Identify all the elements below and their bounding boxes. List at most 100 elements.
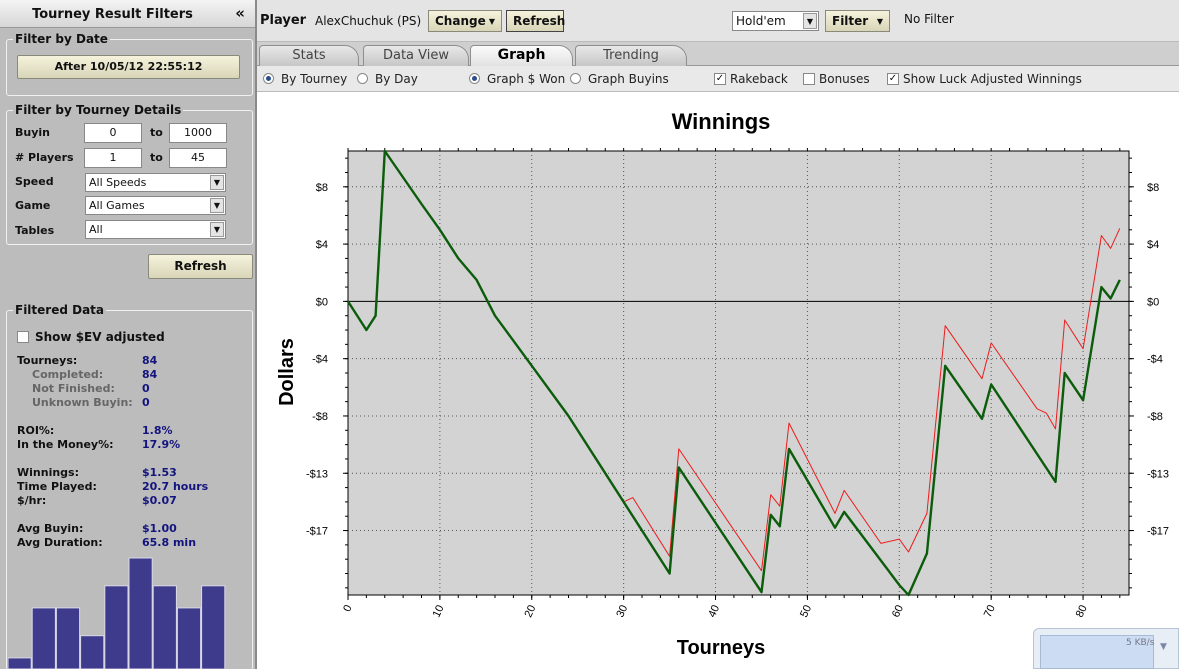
y-tick-label-left: -$4 — [312, 354, 328, 366]
refresh-button[interactable]: Refresh — [506, 10, 565, 32]
game-type-select[interactable]: Hold'em ▼ — [732, 11, 819, 31]
stat-value: 17.9% — [142, 438, 181, 451]
filter-label: Filter — [832, 14, 869, 28]
ev-adjusted-checkbox[interactable] — [17, 331, 29, 343]
stat-value: 84 — [142, 368, 158, 381]
players-min-input[interactable]: 1 — [84, 148, 142, 168]
tab-stats[interactable]: Stats — [259, 45, 359, 66]
tables-select-value: All — [89, 223, 103, 236]
tables-select[interactable]: All ▼ — [85, 220, 226, 239]
collapse-icon[interactable]: « — [235, 4, 245, 22]
filter-status: No Filter — [904, 12, 954, 26]
filter-by-date-label: Filter by Date — [13, 32, 110, 46]
by-day-label: By Day — [375, 72, 418, 86]
bonuses-label: Bonuses — [819, 72, 870, 86]
network-tray-widget[interactable]: 5 KB/s ▼ — [1033, 628, 1179, 669]
y-tick-label-right: -$13 — [1147, 468, 1169, 480]
stat-label: In the Money%: — [17, 438, 114, 451]
y-tick-label-right: -$4 — [1147, 354, 1163, 366]
buyin-label: Buyin — [15, 126, 50, 139]
players-max-input[interactable]: 45 — [169, 148, 227, 168]
tab-graph[interactable]: Graph — [470, 45, 573, 66]
x-tick-label: 60 — [890, 603, 906, 619]
filters-sidebar: Tourney Result Filters « Filter by Date … — [0, 0, 257, 669]
histogram-bar — [80, 635, 105, 669]
ev-adjusted-label: Show $EV adjusted — [35, 330, 165, 344]
filter-button[interactable]: Filter ▼ — [825, 10, 890, 32]
y-axis-label: Dollars — [276, 338, 298, 406]
chevron-down-icon[interactable]: ▼ — [1160, 642, 1167, 652]
rakeback-checkbox[interactable]: ✓ — [714, 73, 726, 85]
rakeback-label: Rakeback — [730, 72, 788, 86]
to-label: to — [150, 126, 163, 139]
by-tourney-radio[interactable] — [263, 73, 274, 84]
stat-label: Completed: — [32, 368, 104, 381]
stat-value: 20.7 hours — [142, 480, 209, 493]
luck-adjusted-label: Show Luck Adjusted Winnings — [903, 72, 1082, 86]
stat-label: Time Played: — [17, 480, 97, 493]
x-tick-label: 20 — [522, 603, 538, 619]
stat-label: Winnings: — [17, 466, 79, 479]
histogram-bar — [104, 585, 129, 669]
graph-won-radio[interactable] — [469, 73, 480, 84]
y-tick-label-left: $0 — [316, 296, 328, 308]
histogram-bar — [31, 607, 56, 669]
histogram-bar — [152, 585, 177, 669]
stat-label: Avg Duration: — [17, 536, 103, 549]
sidebar-refresh-button[interactable]: Refresh — [148, 254, 253, 279]
chevron-down-icon[interactable]: ▼ — [210, 198, 224, 213]
histogram-bar — [176, 607, 202, 669]
buyin-max-input[interactable]: 1000 — [169, 123, 227, 143]
x-tick-label: 70 — [982, 603, 998, 619]
graph-buyins-label: Graph Buyins — [588, 72, 669, 86]
filter-by-date-group: Filter by Date After 10/05/12 22:55:12 — [6, 32, 253, 96]
histogram-bar — [201, 585, 226, 669]
x-tick-label: 30 — [614, 603, 630, 619]
y-tick-label-right: $0 — [1147, 296, 1159, 308]
histogram-bar — [128, 557, 153, 669]
date-filter-button[interactable]: After 10/05/12 22:55:12 — [17, 55, 240, 79]
stat-value: 65.8 min — [142, 536, 197, 549]
buyin-min-input[interactable]: 0 — [84, 123, 142, 143]
game-label: Game — [15, 199, 51, 212]
winnings-chart: Winnings Tourneys Dollars 0 10 20 30 40 50 60 7… — [276, 109, 1169, 659]
y-tick-label-right: -$8 — [1147, 411, 1163, 423]
y-tick-label-left: -$8 — [312, 411, 328, 423]
speed-select[interactable]: All Speeds ▼ — [85, 173, 226, 192]
speed-label: Speed — [15, 175, 54, 188]
tab-data-view[interactable]: Data View — [363, 45, 469, 66]
graph-buyins-radio[interactable] — [570, 73, 581, 84]
tables-label: Tables — [15, 224, 55, 237]
change-label: Change — [435, 14, 486, 28]
y-tick-label-left: -$13 — [306, 468, 328, 480]
game-select[interactable]: All Games ▼ — [85, 196, 226, 215]
network-speed: 5 KB/s — [1126, 638, 1155, 648]
chevron-down-icon[interactable]: ▼ — [803, 13, 817, 29]
chevron-down-icon[interactable]: ▼ — [210, 222, 224, 237]
stat-value: $1.53 — [142, 466, 177, 479]
x-tick-label: 10 — [431, 603, 447, 619]
caret-down-icon: ▼ — [488, 17, 495, 26]
player-name: AlexChuchuk (PS) — [315, 14, 422, 28]
change-player-button[interactable]: Change ▼ — [428, 10, 502, 32]
x-tick-label: 0 — [341, 603, 354, 614]
x-tick-label: 80 — [1074, 603, 1090, 619]
tab-trending[interactable]: Trending — [575, 45, 687, 66]
y-tick-label-right: -$17 — [1147, 526, 1169, 538]
chevron-down-icon[interactable]: ▼ — [210, 175, 224, 190]
bonuses-checkbox[interactable] — [803, 73, 815, 85]
stat-value: 1.8% — [142, 424, 173, 437]
stat-value: $0.07 — [142, 494, 177, 507]
histogram-bar — [8, 657, 32, 669]
by-day-radio[interactable] — [357, 73, 368, 84]
stat-value: 0 — [142, 396, 150, 409]
view-tabs: Stats Data View Graph Trending — [257, 42, 1179, 66]
stat-label: Unknown Buyin: — [32, 396, 133, 409]
x-tick-label: 50 — [798, 603, 814, 619]
x-axis-label: Tourneys — [677, 637, 766, 659]
to-label: to — [150, 151, 163, 164]
filter-by-details-label: Filter by Tourney Details — [13, 103, 184, 117]
luck-adjusted-checkbox[interactable]: ✓ — [887, 73, 899, 85]
x-tick-label: 40 — [706, 603, 722, 619]
speed-select-value: All Speeds — [89, 176, 147, 189]
